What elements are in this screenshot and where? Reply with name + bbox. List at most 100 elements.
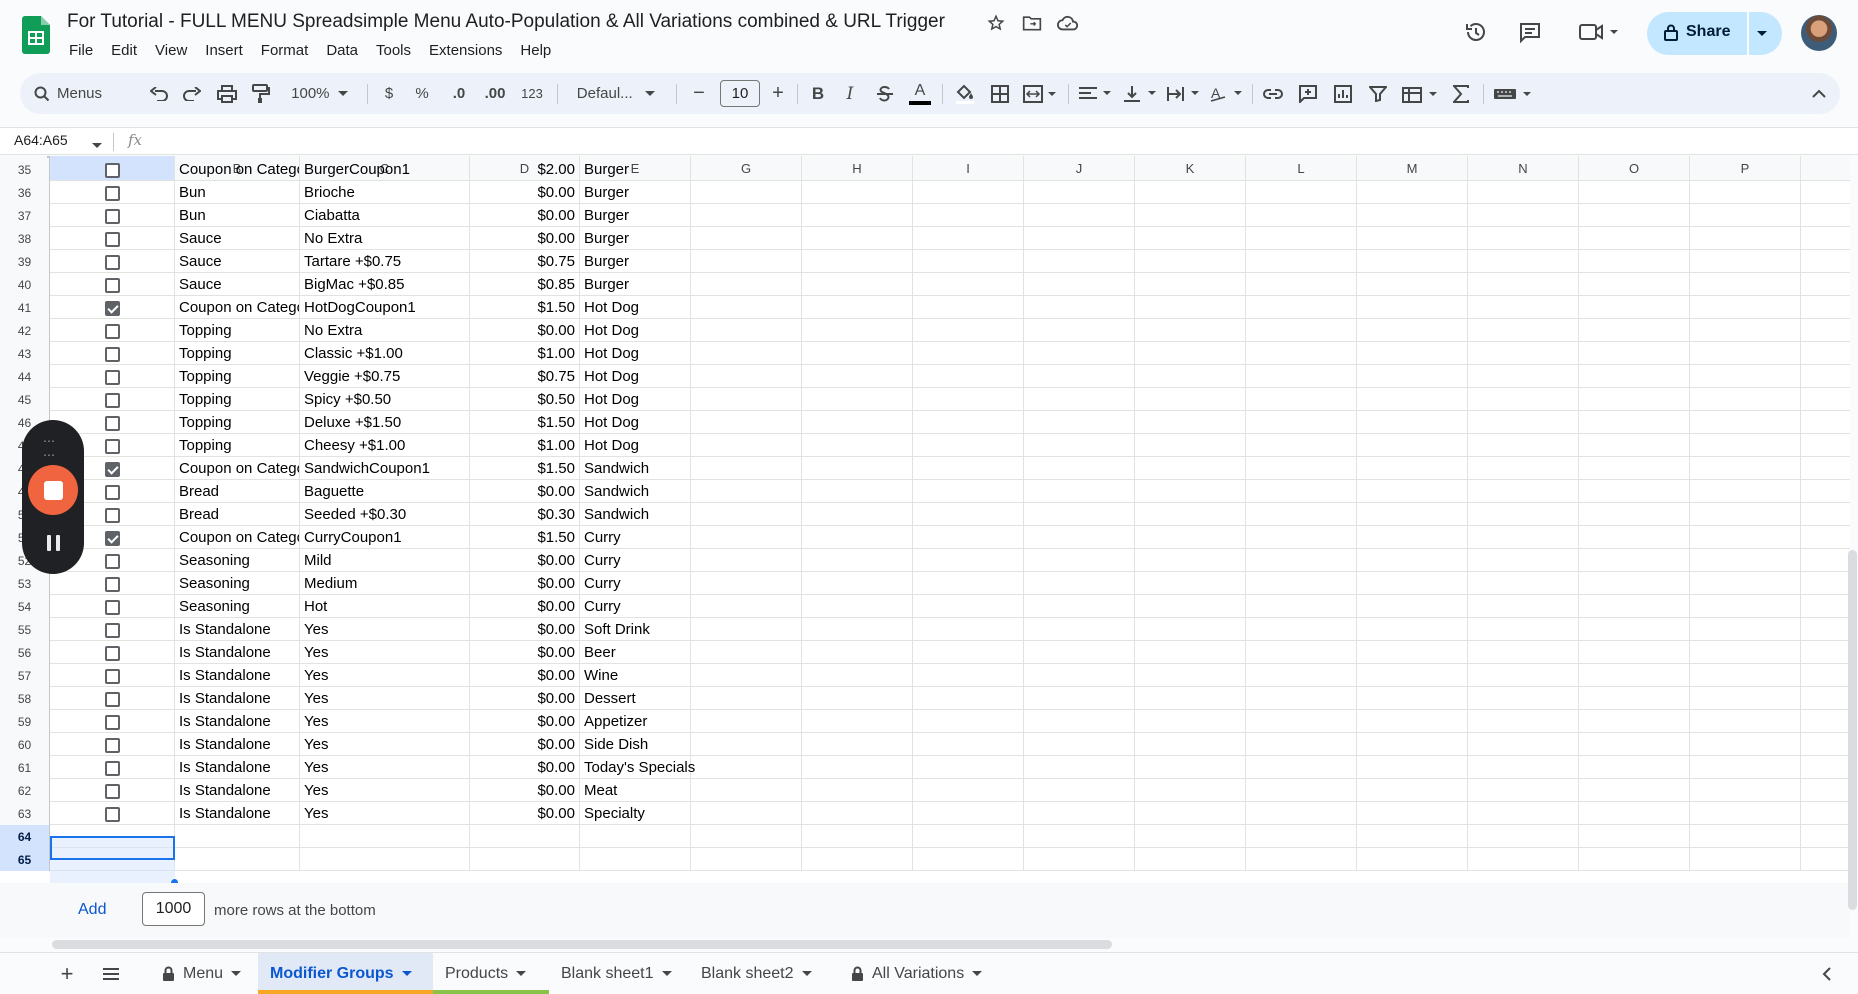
horizontal-align-icon[interactable] xyxy=(1075,73,1115,114)
cell-empty[interactable] xyxy=(802,687,913,710)
cell-empty[interactable] xyxy=(1468,549,1579,572)
cell-d[interactable]: $0.85 xyxy=(470,273,580,296)
cell-empty[interactable] xyxy=(1690,457,1801,480)
row-checkbox[interactable] xyxy=(105,393,120,408)
cell-empty[interactable] xyxy=(691,733,802,756)
row-checkbox[interactable] xyxy=(105,715,120,730)
cell-e[interactable]: Dessert xyxy=(580,687,691,710)
row-header[interactable]: 60 xyxy=(0,733,50,756)
cell-empty[interactable] xyxy=(1024,411,1135,434)
cell-e[interactable]: Curry xyxy=(580,526,691,549)
cell-empty[interactable] xyxy=(913,641,1024,664)
cell-empty[interactable] xyxy=(802,480,913,503)
cell-empty[interactable] xyxy=(1135,411,1246,434)
row-header[interactable]: 54 xyxy=(0,595,50,618)
cell-empty[interactable] xyxy=(1357,204,1468,227)
cell-empty[interactable] xyxy=(913,618,1024,641)
cell-empty[interactable] xyxy=(1579,158,1690,181)
cell-empty[interactable] xyxy=(1690,641,1801,664)
cell-b[interactable]: Coupon on Category xyxy=(175,296,300,319)
row-checkbox[interactable] xyxy=(105,347,120,362)
cell-empty[interactable] xyxy=(1246,296,1357,319)
cell-empty[interactable] xyxy=(1357,848,1468,871)
cell-e[interactable]: Sandwich xyxy=(580,503,691,526)
cell-empty[interactable] xyxy=(1357,457,1468,480)
cell-empty[interactable] xyxy=(1468,825,1579,848)
cell-empty[interactable] xyxy=(1024,434,1135,457)
cell-e[interactable]: Wine xyxy=(580,664,691,687)
cell-empty[interactable] xyxy=(1357,342,1468,365)
cell-empty[interactable] xyxy=(802,319,913,342)
cell-empty[interactable] xyxy=(1690,273,1801,296)
cell-empty[interactable] xyxy=(802,710,913,733)
cell-empty[interactable] xyxy=(1690,549,1801,572)
cell-empty[interactable] xyxy=(691,342,802,365)
cell-a[interactable] xyxy=(50,802,175,825)
cell-empty[interactable] xyxy=(1024,710,1135,733)
cell-e[interactable]: Specialty xyxy=(580,802,691,825)
cell-empty[interactable] xyxy=(1468,756,1579,779)
cell-empty[interactable] xyxy=(1357,549,1468,572)
cell-empty[interactable] xyxy=(802,526,913,549)
row-header[interactable]: 36 xyxy=(0,181,50,204)
cell-empty[interactable] xyxy=(1579,411,1690,434)
cell-empty[interactable] xyxy=(1468,227,1579,250)
cell-empty[interactable] xyxy=(691,250,802,273)
cell-empty[interactable] xyxy=(1024,181,1135,204)
cell-empty[interactable] xyxy=(1246,457,1357,480)
cell-a[interactable] xyxy=(50,733,175,756)
cell-empty[interactable] xyxy=(1357,710,1468,733)
row-header[interactable]: 58 xyxy=(0,687,50,710)
cell-empty[interactable] xyxy=(1246,756,1357,779)
cell-empty[interactable] xyxy=(913,687,1024,710)
row-header[interactable]: 65 xyxy=(0,848,50,871)
cell-a[interactable] xyxy=(50,250,175,273)
cell-empty[interactable] xyxy=(913,457,1024,480)
row-checkbox[interactable] xyxy=(105,646,120,661)
cell-empty[interactable] xyxy=(1024,802,1135,825)
cell-e[interactable]: Meat xyxy=(580,779,691,802)
cell-empty[interactable] xyxy=(1690,825,1801,848)
cell-empty[interactable] xyxy=(175,848,300,871)
cell-b[interactable]: Bread xyxy=(175,480,300,503)
cell-empty[interactable] xyxy=(1024,756,1135,779)
cell-empty[interactable] xyxy=(1357,181,1468,204)
cell-a[interactable] xyxy=(50,296,175,319)
cell-b[interactable]: Is Standalone xyxy=(175,687,300,710)
redo-icon[interactable] xyxy=(177,73,207,114)
cell-e[interactable]: Hot Dog xyxy=(580,434,691,457)
cell-empty[interactable] xyxy=(1468,733,1579,756)
text-wrapping-icon[interactable] xyxy=(1163,73,1203,114)
cell-empty[interactable] xyxy=(1357,595,1468,618)
print-icon[interactable] xyxy=(212,73,242,114)
row-checkbox[interactable] xyxy=(105,186,120,201)
row-checkbox[interactable] xyxy=(105,255,120,270)
cell-empty[interactable] xyxy=(1468,342,1579,365)
cell-b[interactable]: Topping xyxy=(175,365,300,388)
cell-b[interactable]: Bun xyxy=(175,181,300,204)
cell-empty[interactable] xyxy=(1468,664,1579,687)
cell-empty[interactable] xyxy=(691,227,802,250)
cell-empty[interactable] xyxy=(802,848,913,871)
cell-b[interactable]: Sauce xyxy=(175,273,300,296)
cell-empty[interactable] xyxy=(1024,549,1135,572)
cell-empty[interactable] xyxy=(691,457,802,480)
cell-d[interactable]: $0.00 xyxy=(470,572,580,595)
cell-empty[interactable] xyxy=(1579,273,1690,296)
cell-c[interactable]: Yes xyxy=(300,756,470,779)
cell-empty[interactable] xyxy=(1357,503,1468,526)
cell-empty[interactable] xyxy=(1246,250,1357,273)
cell-d[interactable]: $0.75 xyxy=(470,365,580,388)
cell-empty[interactable] xyxy=(691,595,802,618)
cell-empty[interactable] xyxy=(913,779,1024,802)
cloud-status-icon[interactable] xyxy=(1057,12,1079,34)
cell-empty[interactable] xyxy=(1246,388,1357,411)
cell-c[interactable]: Deluxe +$1.50 xyxy=(300,411,470,434)
cell-e[interactable]: Hot Dog xyxy=(580,342,691,365)
row-checkbox[interactable] xyxy=(105,577,120,592)
sheet-tab-all-variations[interactable]: All Variations xyxy=(839,953,999,994)
active-cell[interactable] xyxy=(50,836,175,860)
cell-empty[interactable] xyxy=(1024,158,1135,181)
cell-b[interactable]: Coupon on Category xyxy=(175,526,300,549)
cell-empty[interactable] xyxy=(1468,802,1579,825)
